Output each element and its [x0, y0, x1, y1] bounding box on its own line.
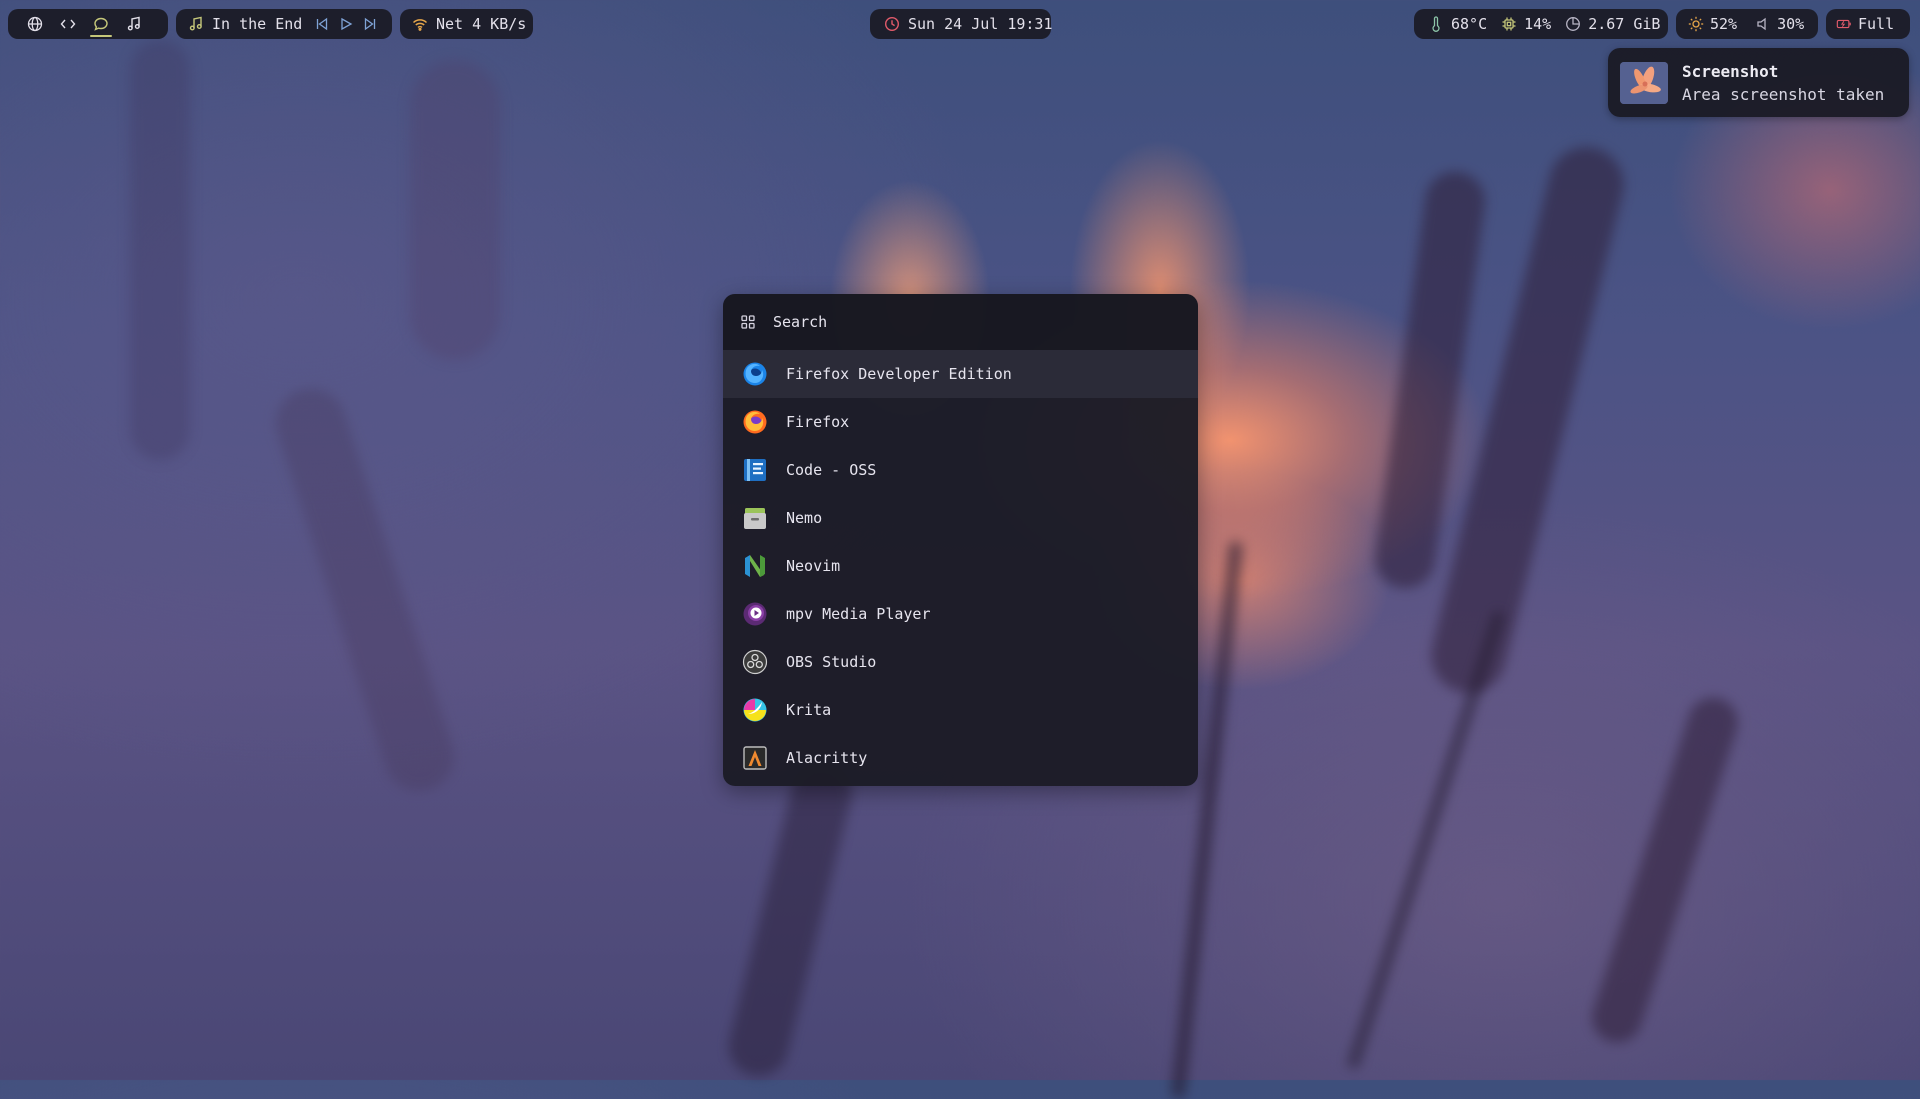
notification-title: Screenshot [1682, 61, 1779, 81]
controls-pill: 52% 30% [1676, 9, 1818, 39]
wallpaper-bud [410, 60, 500, 360]
media-pill: In the End [176, 9, 392, 39]
launcher-search [723, 294, 1198, 350]
clock-pill[interactable]: Sun 24 Jul 19:31 [870, 9, 1053, 39]
temperature-text: 68°C [1451, 15, 1488, 33]
workspace-3[interactable] [88, 11, 114, 37]
launcher-item-label: Firefox Developer Edition [786, 365, 1012, 383]
cpu-icon [1501, 16, 1517, 32]
memory-icon [1565, 16, 1581, 32]
volume-text: 30% [1777, 15, 1805, 33]
workspaces-pill [8, 9, 168, 39]
launcher-item-label: Alacritty [786, 749, 868, 767]
firefox-icon [741, 408, 769, 436]
launcher-item-label: Neovim [786, 557, 841, 575]
battery-icon [1836, 16, 1852, 32]
launcher-item-label: Firefox [786, 413, 850, 431]
battery-pill[interactable]: Full [1826, 9, 1910, 39]
workspace-4[interactable] [121, 11, 147, 37]
code-oss-icon [741, 456, 769, 484]
launcher-item-alacritty[interactable]: Alacritty [723, 734, 1198, 782]
firefox-developer-icon [741, 360, 769, 388]
launcher-item-firefox[interactable]: Firefox [723, 398, 1198, 446]
code-icon [60, 16, 76, 32]
obs-icon [741, 648, 769, 676]
cpu-text: 14% [1524, 15, 1552, 33]
chat-icon [93, 16, 109, 32]
previous-icon[interactable] [314, 16, 330, 32]
notification-thumbnail [1620, 61, 1668, 104]
media-title: In the End [212, 15, 303, 33]
mpv-icon [741, 600, 769, 628]
launcher-item-mpv[interactable]: mpv Media Player [723, 590, 1198, 638]
network-pill[interactable]: Net 4 KB/s [400, 9, 533, 39]
launcher-item-nemo[interactable]: Nemo [723, 494, 1198, 542]
search-input[interactable] [773, 313, 1153, 331]
memory-text: 2.67 GiB [1588, 15, 1661, 33]
launcher-item-krita[interactable]: Krita [723, 686, 1198, 734]
battery-text: Full [1858, 15, 1895, 33]
wallpaper-bud [722, 757, 858, 1083]
launcher-item-label: Nemo [786, 509, 823, 527]
notification-body: Area screenshot taken [1682, 84, 1885, 104]
thermometer-icon [1428, 16, 1444, 32]
launcher-item-label: Code - OSS [786, 461, 877, 479]
launcher-item-label: OBS Studio [786, 653, 877, 671]
clock-text: Sun 24 Jul 19:31 [908, 15, 1053, 33]
launcher-item-neovim[interactable]: Neovim [723, 542, 1198, 590]
workspace-2[interactable] [55, 11, 81, 37]
wallpaper-bud [130, 40, 190, 460]
brightness-icon[interactable] [1688, 16, 1704, 32]
volume-icon[interactable] [1755, 16, 1771, 32]
app-launcher: Firefox Developer Edition Firefox Code -… [723, 294, 1198, 786]
wallpaper-bud [1585, 691, 1745, 1049]
clock-icon [884, 16, 900, 32]
neovim-icon [741, 552, 769, 580]
screenshot-notification[interactable]: Screenshot Area screenshot taken [1608, 48, 1909, 117]
workspace-1[interactable] [22, 11, 48, 37]
launcher-item-label: mpv Media Player [786, 605, 931, 623]
wallpaper-bud [266, 379, 464, 801]
wifi-icon [412, 16, 428, 32]
globe-icon [27, 16, 43, 32]
grid-icon [740, 314, 756, 330]
launcher-item-firefox-developer-edition[interactable]: Firefox Developer Edition [723, 350, 1198, 398]
krita-icon [741, 696, 769, 724]
launcher-item-code-oss[interactable]: Code - OSS [723, 446, 1198, 494]
brightness-text: 52% [1710, 15, 1738, 33]
music-note-icon [126, 16, 142, 32]
next-icon[interactable] [362, 16, 378, 32]
play-icon[interactable] [338, 16, 354, 32]
network-speed: Net 4 KB/s [436, 15, 527, 33]
music-note-icon [188, 16, 204, 32]
launcher-item-label: Krita [786, 701, 832, 719]
nemo-icon [741, 504, 769, 532]
alacritty-icon [741, 744, 769, 772]
system-pill: 68°C 14% 2.67 GiB [1414, 9, 1668, 39]
launcher-item-obs[interactable]: OBS Studio [723, 638, 1198, 686]
wallpaper-stem [1346, 609, 1506, 1071]
